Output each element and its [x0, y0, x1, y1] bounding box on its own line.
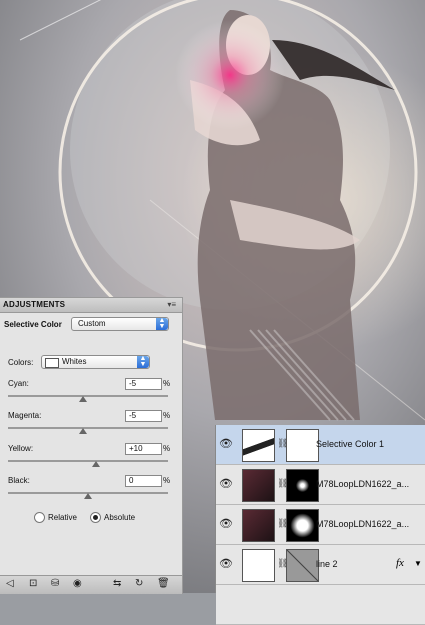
- visibility-eye-icon[interactable]: 👁: [219, 557, 233, 570]
- adjustments-tab[interactable]: ADJUSTMENTS: [3, 300, 65, 309]
- select-arrows-icon: ▲ ▼: [137, 355, 149, 368]
- adjustments-tab-bar: ADJUSTMENTS ▾≡: [0, 298, 182, 313]
- preset-value: Custom: [78, 319, 106, 328]
- preset-select[interactable]: Custom ▲ ▼: [71, 317, 169, 331]
- layer-mask-thumbnail[interactable]: [286, 549, 319, 582]
- layer-name: Selective Color 1: [316, 439, 385, 449]
- layer-row-selective-color[interactable]: 👁 ⛓ Selective Color 1: [216, 425, 425, 465]
- white-swatch-icon: [45, 358, 59, 368]
- absolute-radio[interactable]: [90, 512, 101, 523]
- expand-view-icon[interactable]: ⊡: [29, 578, 37, 590]
- layer-effects-icon[interactable]: fx: [396, 557, 404, 569]
- smart-object-icon: [242, 509, 275, 542]
- layer-row-partial: [216, 585, 425, 625]
- yellow-input[interactable]: +10: [125, 443, 162, 455]
- layer-thumbnail-icon: [242, 549, 275, 582]
- magenta-input[interactable]: -5: [125, 410, 162, 422]
- yellow-percent: %: [163, 444, 171, 453]
- back-arrow-icon[interactable]: ◁: [6, 578, 14, 590]
- reset-icon[interactable]: ↻: [135, 578, 143, 590]
- layers-panel: 👁 ⛓ Selective Color 1 👁 ⛓ M78LoopLDN1622…: [215, 425, 425, 625]
- black-input[interactable]: 0: [125, 475, 162, 487]
- yellow-slider[interactable]: [8, 460, 168, 467]
- cyan-percent: %: [163, 379, 171, 388]
- yellow-slider-thumb[interactable]: [92, 461, 100, 467]
- layer-name: M78LoopLDN1622_a...: [316, 519, 410, 529]
- visibility-eye-icon[interactable]: 👁: [219, 517, 233, 530]
- visibility-eye-icon[interactable]: 👁: [219, 477, 233, 490]
- adjustments-footer: ◁ ⊡ ⛁ ◉ ⇆ ↻ 🗑: [0, 575, 182, 594]
- magenta-label: Magenta:: [8, 411, 42, 420]
- adjustment-layer-icon: [242, 429, 275, 462]
- layer-name: line 2: [316, 559, 338, 569]
- layer-name: M78LoopLDN1622_a...: [316, 479, 410, 489]
- black-slider-thumb[interactable]: [84, 493, 92, 499]
- black-slider[interactable]: [8, 492, 168, 499]
- layer-row-m78-2[interactable]: 👁 ⛓ M78LoopLDN1622_a...: [216, 505, 425, 545]
- panel-menu-icon[interactable]: ▾≡: [167, 300, 176, 309]
- black-percent: %: [163, 476, 171, 485]
- colors-label: Colors:: [8, 358, 34, 367]
- layer-row-m78-1[interactable]: 👁 ⛓ M78LoopLDN1622_a...: [216, 465, 425, 505]
- clip-to-layer-icon[interactable]: ⛁: [51, 578, 59, 590]
- smart-object-icon: [242, 469, 275, 502]
- layer-row-line-2[interactable]: 👁 ⛓ line 2 fx ▼: [216, 545, 425, 585]
- effects-expand-arrow-icon[interactable]: ▼: [414, 559, 422, 568]
- relative-label: Relative: [48, 513, 77, 522]
- trash-icon[interactable]: 🗑: [157, 578, 170, 590]
- yellow-label: Yellow:: [8, 444, 34, 453]
- layer-mask-thumbnail[interactable]: [286, 509, 319, 542]
- visibility-eye-icon[interactable]: 👁: [219, 437, 233, 450]
- layer-mask-thumbnail[interactable]: [286, 469, 319, 502]
- magenta-percent: %: [163, 411, 171, 420]
- visibility-eye-icon[interactable]: ◉: [73, 578, 82, 590]
- colors-value: Whites: [62, 357, 87, 366]
- magenta-slider-thumb[interactable]: [79, 428, 88, 434]
- layer-mask-thumbnail[interactable]: [286, 429, 319, 462]
- select-arrows-icon: ▲ ▼: [156, 317, 168, 330]
- cyan-slider-thumb[interactable]: [79, 396, 88, 402]
- adjustment-name: Selective Color: [4, 320, 62, 329]
- cyan-slider[interactable]: [8, 395, 168, 402]
- adjustments-panel: ADJUSTMENTS ▾≡ Selective Color Custom ▲ ▼…: [0, 297, 183, 594]
- colors-select[interactable]: Whites ▲ ▼: [41, 355, 150, 369]
- black-label: Black:: [8, 476, 30, 485]
- relative-radio[interactable]: [34, 512, 45, 523]
- previous-state-icon[interactable]: ⇆: [113, 578, 121, 590]
- absolute-label: Absolute: [104, 513, 136, 522]
- cyan-input[interactable]: -5: [125, 378, 162, 390]
- cyan-label: Cyan:: [8, 379, 29, 388]
- magenta-slider[interactable]: [8, 427, 168, 434]
